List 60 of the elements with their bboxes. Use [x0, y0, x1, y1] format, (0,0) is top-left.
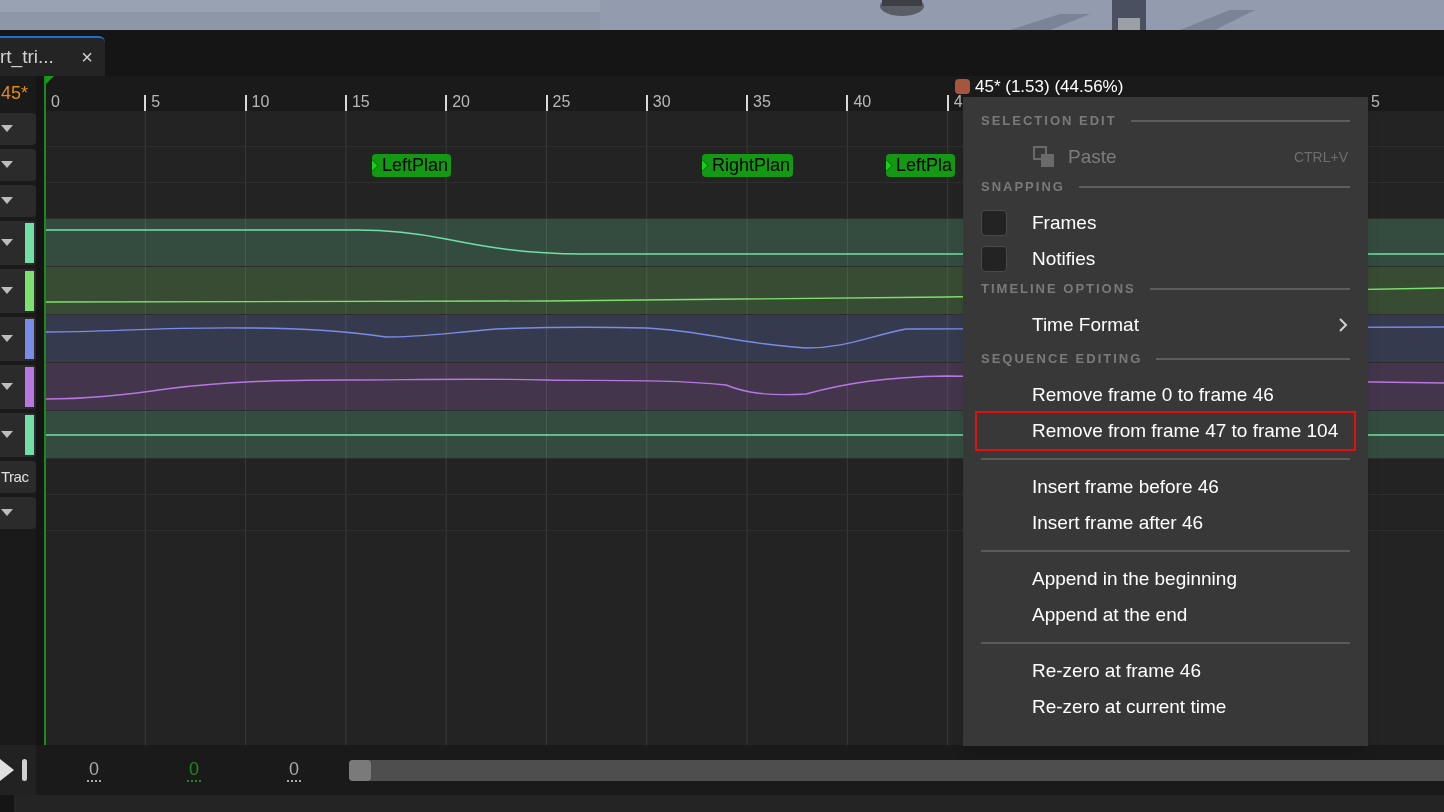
tick-label: 40 — [853, 93, 872, 111]
frame-field[interactable]: 0 — [287, 758, 302, 782]
playhead-label: 45* (1.53) (44.56%) — [975, 77, 1124, 96]
submenu-item[interactable]: Time Format — [981, 307, 1350, 343]
tick-label: 20 — [452, 93, 470, 111]
tick-label: 30 — [652, 93, 671, 111]
track-button[interactable]: Trac — [0, 461, 36, 493]
dropdown-icon — [1, 383, 13, 391]
menu-item[interactable]: Insert frame before 46 — [981, 469, 1350, 505]
chevron-right-icon — [1339, 318, 1348, 332]
menu-item[interactable]: Re-zero at current time — [981, 689, 1350, 725]
dropdown-icon — [1, 509, 13, 517]
scrub-handle[interactable] — [22, 759, 27, 781]
tick-label: 10 — [251, 93, 270, 111]
tick-label: 0 — [51, 93, 60, 111]
section-header: SNAPPING — [981, 178, 1065, 197]
tab-title: rt_tri... — [0, 44, 54, 70]
notify-name: LeftPlan — [382, 154, 449, 177]
tick-label: 4 — [953, 93, 963, 111]
track-dropdown[interactable] — [0, 497, 36, 529]
checkbox[interactable] — [981, 210, 1007, 236]
track-dropdown[interactable] — [0, 185, 36, 217]
tick-label: 5 — [151, 93, 161, 111]
section-header: SELECTION EDIT — [981, 112, 1117, 131]
menu-item[interactable]: Remove frame 0 to frame 46 — [981, 377, 1350, 413]
dropdown-icon — [1, 239, 13, 247]
menu-item[interactable]: Insert frame after 46 — [981, 505, 1350, 541]
tick-label: 35 — [753, 93, 771, 111]
current-frame-label: 45* — [0, 82, 28, 105]
menu-item[interactable]: Re-zero at frame 46 — [981, 653, 1350, 689]
frame-field[interactable]: 0 — [187, 758, 202, 782]
dropdown-icon — [1, 431, 13, 439]
tick-label: 5 — [1370, 93, 1380, 111]
track-dropdown[interactable] — [0, 149, 36, 181]
notify-marker[interactable]: LeftPla — [886, 154, 956, 177]
dropdown-icon — [1, 335, 13, 343]
copy-icon — [1033, 146, 1055, 168]
frame-field[interactable]: 0 — [87, 758, 101, 782]
scrollbar-thumb[interactable] — [349, 759, 371, 781]
scrollbar-track[interactable] — [349, 759, 1444, 781]
dropdown-icon — [1, 287, 13, 295]
menu-item[interactable]: Append in the beginning — [981, 561, 1350, 597]
notify-marker[interactable]: LeftPlan — [372, 154, 452, 177]
menu-checkbox-item[interactable]: Notifies — [981, 241, 1350, 277]
track-dropdown[interactable] — [0, 113, 36, 145]
menu-checkbox-item[interactable]: Frames — [981, 205, 1350, 241]
close-icon[interactable]: × — [81, 42, 93, 72]
notify-name: LeftPla — [896, 154, 953, 177]
checkbox[interactable] — [981, 246, 1007, 272]
document-tab[interactable]: rt_tri... × — [0, 36, 105, 76]
playhead-handle[interactable] — [955, 79, 970, 94]
dropdown-icon — [1, 197, 13, 205]
section-header: SEQUENCE EDITING — [981, 350, 1143, 369]
tick-label: 15 — [351, 93, 370, 111]
dropdown-icon — [1, 125, 13, 133]
dropdown-icon — [1, 161, 13, 169]
play-icon — [0, 759, 14, 781]
menu-item[interactable]: Append at the end — [981, 597, 1350, 633]
tick-label: 25 — [552, 93, 571, 111]
section-header: TIMELINE OPTIONS — [981, 280, 1136, 299]
